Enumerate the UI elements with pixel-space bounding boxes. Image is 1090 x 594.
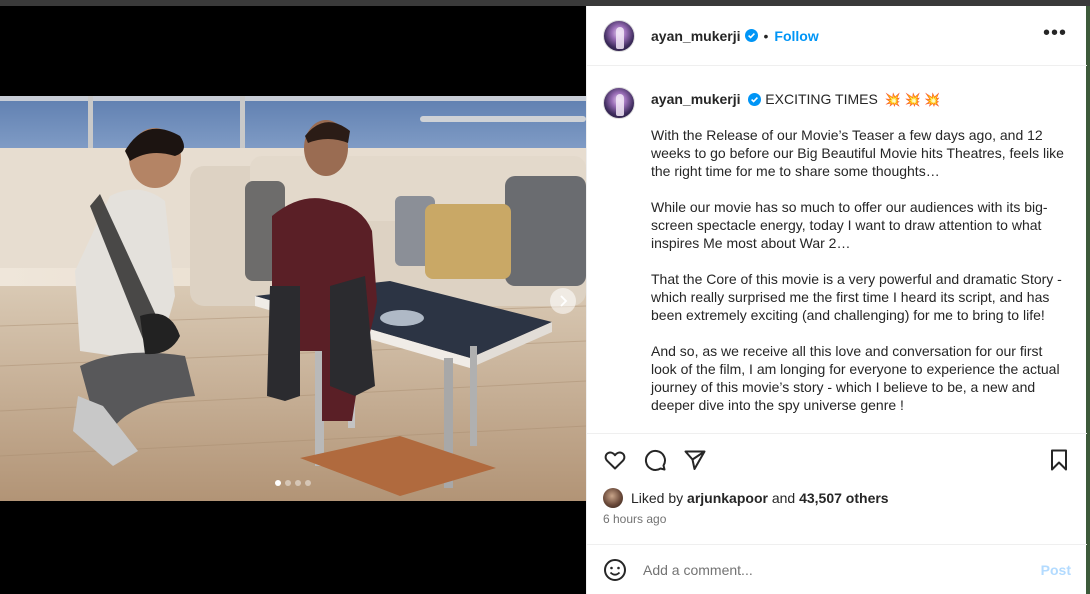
follow-button[interactable]: Follow <box>774 28 818 44</box>
comment-bubble-icon[interactable] <box>643 448 667 472</box>
carousel-next-button[interactable] <box>550 288 576 314</box>
carousel-dot <box>305 480 311 486</box>
caption-scroll-area[interactable]: ayan_mukerji EXCITING TIMES 💥 💥 💥 With t… <box>587 67 1087 433</box>
verified-badge-icon <box>748 93 762 106</box>
screen: ayan_mukerji • Follow ••• ayan_mukerji E… <box>0 0 1090 594</box>
heart-icon[interactable] <box>603 448 627 472</box>
comment-bar: Post <box>587 544 1087 594</box>
likes-prefix: Liked by <box>631 490 684 506</box>
likes-and: and <box>771 490 796 506</box>
caption-header-line: ayan_mukerji EXCITING TIMES 💥 💥 💥 <box>651 87 1071 112</box>
author-username[interactable]: ayan_mukerji <box>651 28 741 44</box>
post-header: ayan_mukerji • Follow ••• <box>587 6 1087 66</box>
caption-username[interactable]: ayan_mukerji <box>651 91 741 107</box>
separator-dot: • <box>763 27 769 44</box>
carousel-dot <box>295 480 301 486</box>
bookmark-icon[interactable] <box>1047 448 1071 472</box>
verified-badge-icon <box>744 29 758 42</box>
caption-paragraph: With the Release of our Movie’s Teaser a… <box>651 127 1064 179</box>
chevron-right-icon <box>560 295 568 307</box>
post-photo[interactable] <box>0 96 586 501</box>
caption-author-avatar[interactable] <box>603 87 635 119</box>
paper-plane-icon[interactable] <box>683 448 707 472</box>
carousel-dot <box>285 480 291 486</box>
caption-text: ayan_mukerji EXCITING TIMES 💥 💥 💥 With t… <box>651 87 1071 432</box>
post-comment-button[interactable]: Post <box>1041 562 1071 578</box>
post-modal: ayan_mukerji • Follow ••• ayan_mukerji E… <box>0 6 1087 594</box>
post-media <box>0 6 586 594</box>
caption-paragraph: That the Core of this movie is a very po… <box>651 271 1062 323</box>
liker-username[interactable]: arjunkapoor <box>687 490 768 506</box>
action-bar <box>587 433 1087 485</box>
liker-avatar[interactable] <box>603 488 623 508</box>
carousel-indicator <box>275 480 311 486</box>
caption-heading: EXCITING TIMES <box>765 91 878 107</box>
author-avatar[interactable] <box>603 19 635 52</box>
carousel-dot <box>275 480 281 486</box>
caption-row: ayan_mukerji EXCITING TIMES 💥 💥 💥 With t… <box>603 87 1071 432</box>
post-side-panel: ayan_mukerji • Follow ••• ayan_mukerji E… <box>586 6 1087 594</box>
caption-paragraph: And so, as we receive all this love and … <box>651 343 1060 413</box>
smiley-icon[interactable] <box>603 558 627 582</box>
comment-input[interactable] <box>643 561 1033 578</box>
more-options-button[interactable]: ••• <box>1043 23 1067 43</box>
post-timestamp[interactable]: 6 hours ago <box>603 512 666 526</box>
likes-summary: Liked by arjunkapoor and 43,507 others <box>603 488 889 508</box>
caption-paragraph: While our movie has so much to offer our… <box>651 199 1048 251</box>
likes-count[interactable]: 43,507 others <box>799 490 889 506</box>
caption-emoji: 💥 💥 💥 <box>884 92 941 107</box>
